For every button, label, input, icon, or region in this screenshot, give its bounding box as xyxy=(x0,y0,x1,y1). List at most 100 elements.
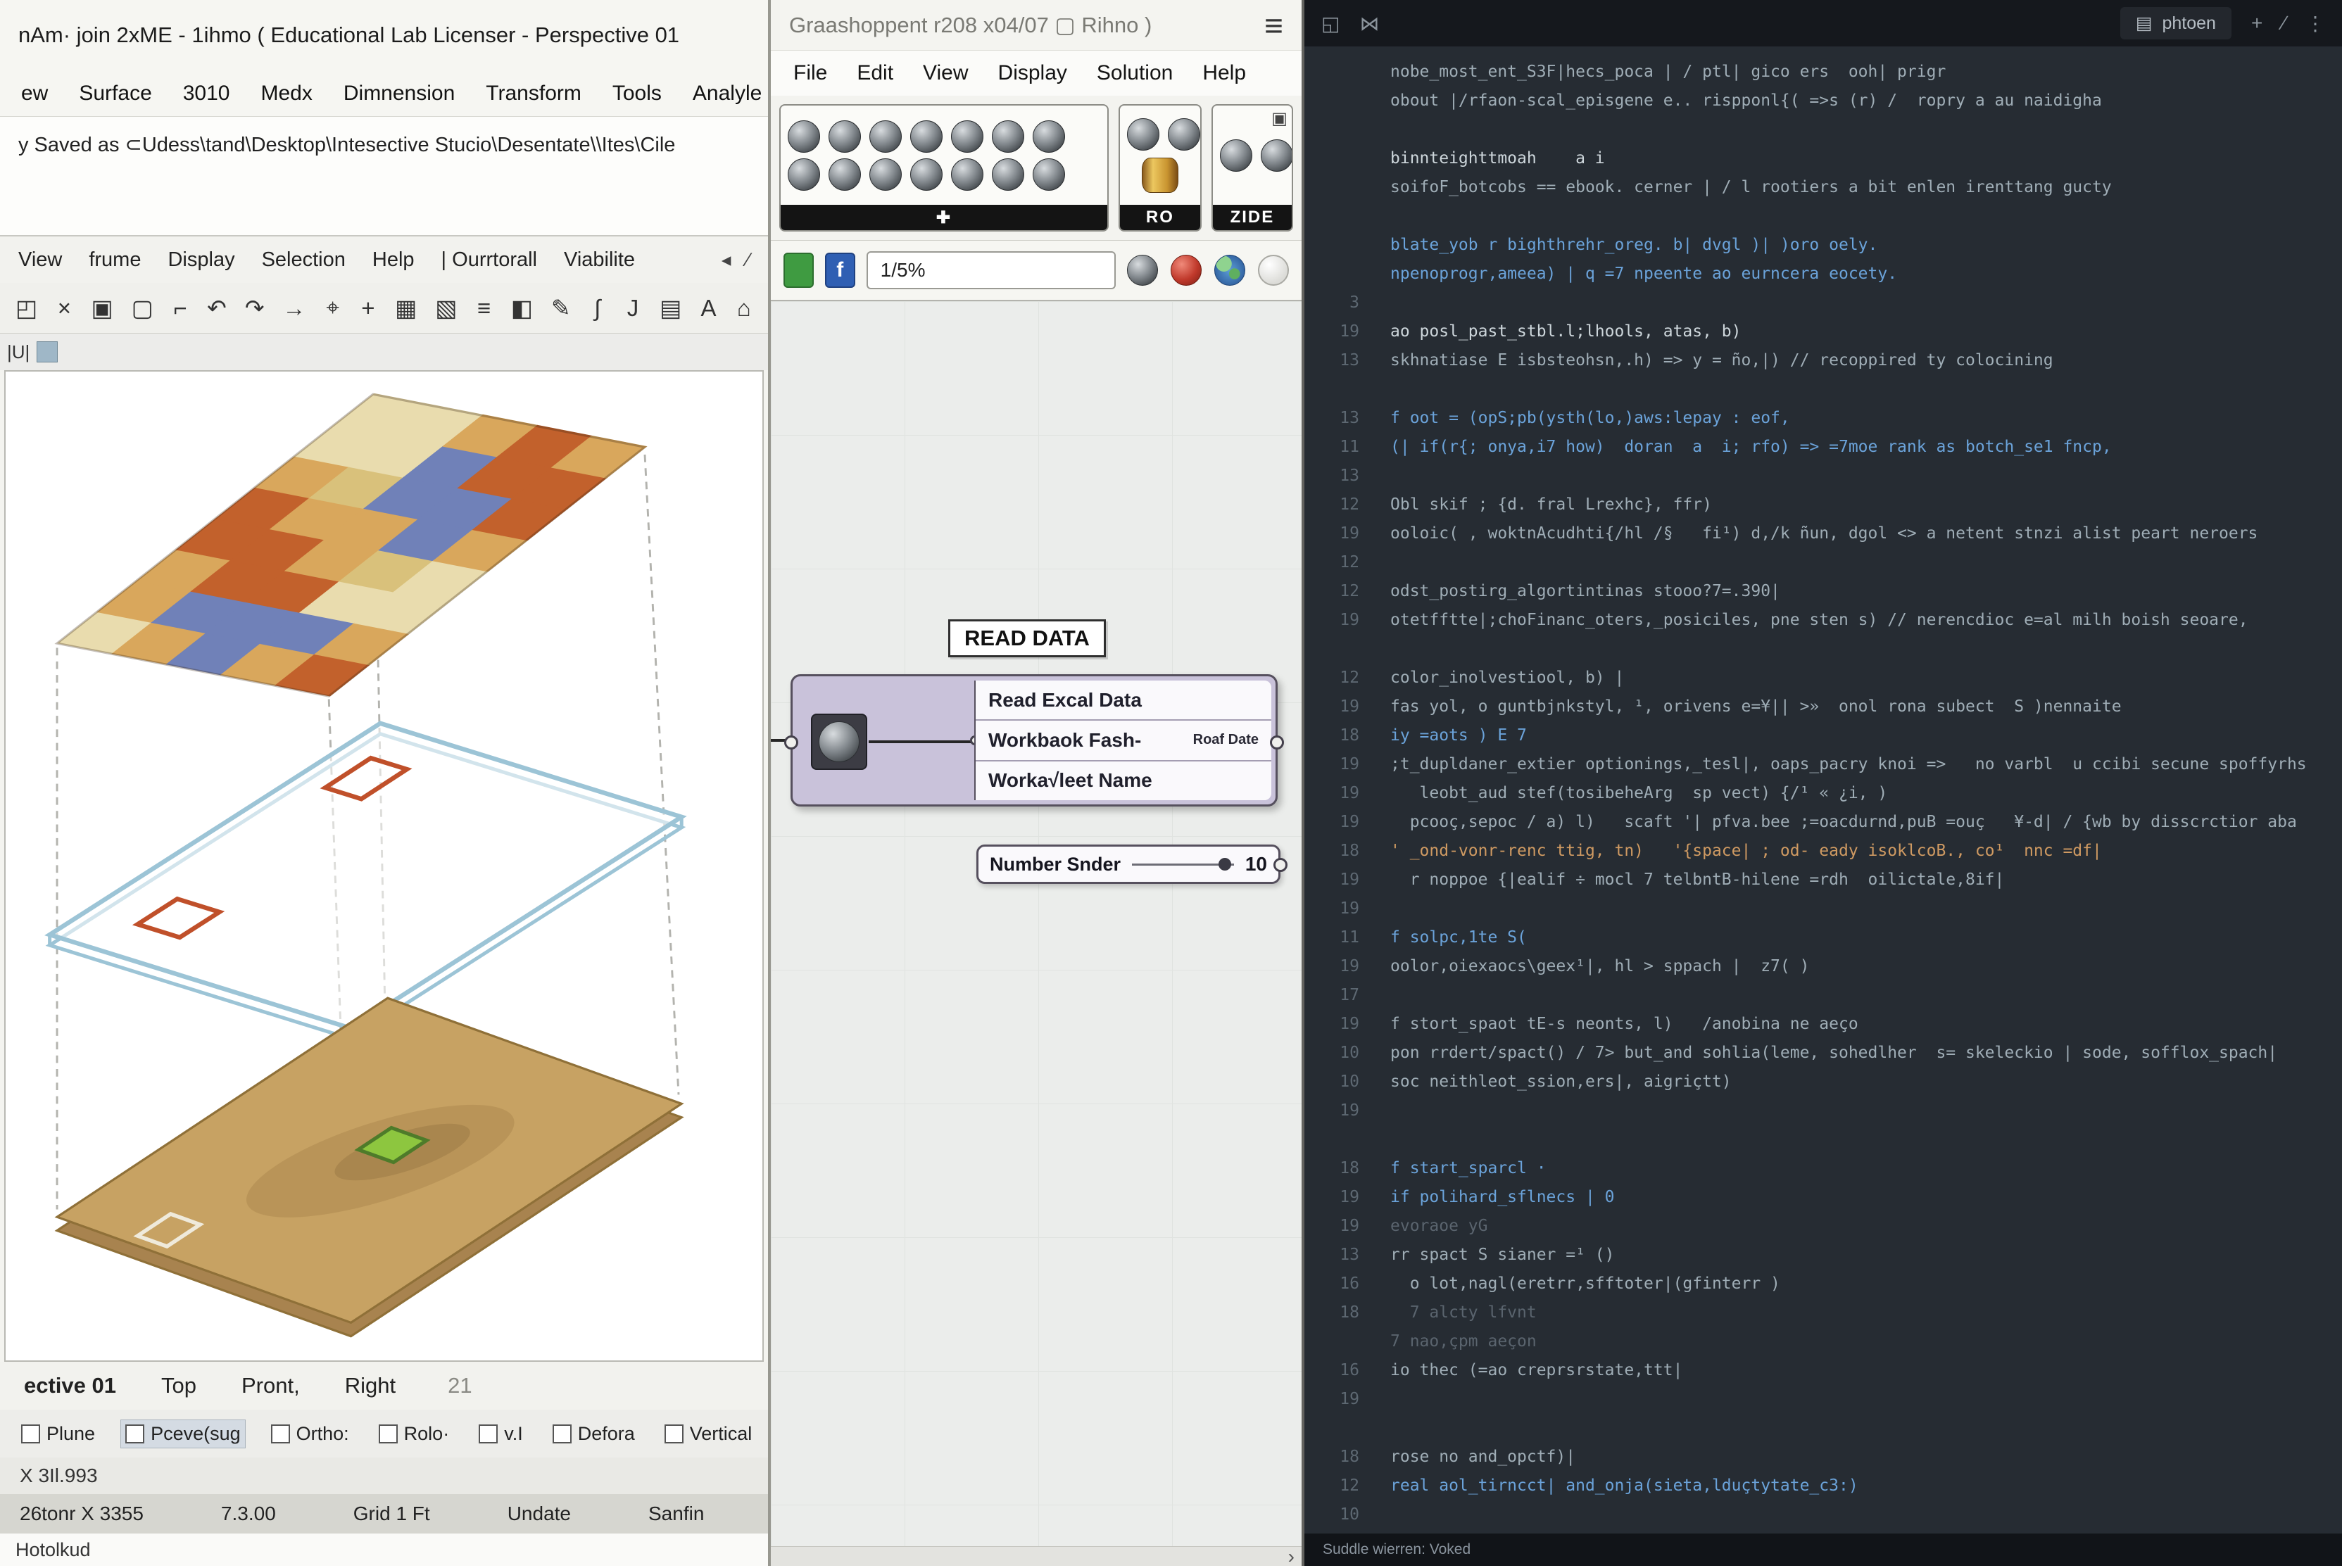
component-sphere-icon[interactable] xyxy=(910,120,943,153)
group-label[interactable]: READ DATA xyxy=(948,619,1106,657)
globe-icon[interactable] xyxy=(1214,255,1245,286)
scroll-right-icon[interactable]: › xyxy=(1288,1545,1295,1568)
component-sphere-icon[interactable] xyxy=(992,120,1024,153)
component-sphere-icon[interactable] xyxy=(869,158,902,191)
split-editor-icon[interactable]: ∕ xyxy=(2282,12,2286,34)
hamburger-menu-icon[interactable]: ≡ xyxy=(1264,9,1283,42)
rhino-menu-item[interactable]: Transform xyxy=(486,82,581,106)
toolbar-icon[interactable]: ↶ xyxy=(207,294,227,322)
component-sphere-icon[interactable] xyxy=(829,120,861,153)
rhino-menu-item[interactable]: Surface xyxy=(79,82,151,106)
open-file-icon[interactable] xyxy=(783,253,814,288)
osnap-toggle[interactable]: Ortho: xyxy=(267,1420,353,1448)
palette-tab-label[interactable]: ZIDE xyxy=(1213,205,1292,230)
component-sphere-icon[interactable] xyxy=(1220,139,1252,172)
component-sphere-icon[interactable] xyxy=(1168,118,1200,151)
rhino-menu2-item[interactable]: View xyxy=(18,248,62,272)
output-port[interactable] xyxy=(1270,735,1284,750)
chevron-icon[interactable]: ∕ xyxy=(746,249,750,271)
osnap-toggle[interactable]: Defora xyxy=(548,1420,639,1448)
sphere-preview-icon[interactable] xyxy=(1127,255,1158,286)
rhino-menu2-item[interactable]: Viabilite xyxy=(564,248,635,272)
rhino-menu2-item[interactable]: frume xyxy=(89,248,141,272)
checkbox-icon[interactable] xyxy=(125,1424,144,1443)
slider-knob[interactable] xyxy=(1219,858,1231,871)
grasshopper-menu-item[interactable]: Edit xyxy=(857,61,893,85)
toolbar-icon[interactable]: ≡ xyxy=(475,295,492,322)
slider-track[interactable] xyxy=(1132,864,1234,866)
toolbar-icon[interactable]: A xyxy=(700,295,717,322)
more-options-icon[interactable]: ⋮ xyxy=(2305,12,2325,35)
zoom-level-input[interactable]: 1/5% xyxy=(867,251,1116,289)
editor-tab[interactable]: ▤ phtoen xyxy=(2120,7,2231,39)
status-cell[interactable]: Grid 1 Ft xyxy=(353,1503,430,1525)
toolbar-icon[interactable]: ▦ xyxy=(395,294,417,322)
component-sphere-icon[interactable] xyxy=(1127,118,1159,151)
toolbar-icon[interactable]: ∫ xyxy=(589,295,606,322)
chevron-icon[interactable]: ◂ xyxy=(722,249,731,271)
toolbar-icon[interactable]: ▧ xyxy=(435,294,457,322)
number-slider[interactable]: Number Snder 10 xyxy=(976,845,1280,884)
component-sphere-icon[interactable] xyxy=(788,158,820,191)
read-excel-component[interactable]: Read Excal Data Workbaok Fash- Roaf Date… xyxy=(791,674,1278,807)
slider-output-port[interactable] xyxy=(1273,858,1288,872)
rhino-menu-item[interactable]: Tools xyxy=(612,82,662,106)
viewport-tab[interactable]: Pront, xyxy=(241,1373,300,1398)
component-icon-box[interactable] xyxy=(811,714,867,770)
horizontal-scrollbar[interactable]: › xyxy=(771,1546,1302,1566)
toolbar-icon[interactable]: ◰ xyxy=(15,294,37,322)
code-area[interactable]: nobe_most_ent_S3F|hecs_poca | / ptl| gic… xyxy=(1304,46,2342,1534)
grasshopper-canvas[interactable]: READ DATA Read Excal Data xyxy=(771,301,1302,1546)
osnap-toggle[interactable]: Vertical xyxy=(660,1420,757,1448)
input-port[interactable] xyxy=(784,735,798,750)
toolbar-icon[interactable]: ▤ xyxy=(660,294,681,322)
toolbar-icon[interactable]: ↷ xyxy=(245,294,265,322)
rhino-menu-item[interactable]: Medx xyxy=(261,82,313,106)
record-icon[interactable] xyxy=(1171,255,1202,286)
toolbar-icon[interactable]: ▢ xyxy=(132,294,153,322)
grasshopper-menu-item[interactable]: Solution xyxy=(1097,61,1173,85)
grid-icon[interactable]: ▣ xyxy=(1271,108,1288,129)
rhino-menu-item[interactable]: 3010 xyxy=(183,82,230,106)
rhino-command-area[interactable]: y Saved as ⊂Udess\tand\Desktop\Intesecti… xyxy=(0,117,768,236)
palette-tab-label[interactable]: RO xyxy=(1120,205,1200,230)
grasshopper-menu-item[interactable]: Help xyxy=(1202,61,1246,85)
component-sphere-icon[interactable] xyxy=(1033,158,1065,191)
barrel-component-icon[interactable] xyxy=(1142,158,1178,193)
palette-band[interactable]: ✚ xyxy=(781,205,1107,230)
component-sphere-icon[interactable] xyxy=(951,120,983,153)
component-sphere-icon[interactable] xyxy=(1261,139,1293,172)
toolbar-icon[interactable]: ⌐ xyxy=(172,295,189,322)
rhino-menu-item[interactable]: Analyle xyxy=(693,82,762,106)
layer-tab-label[interactable]: |U| xyxy=(7,341,30,363)
layer-color-swatch[interactable] xyxy=(37,341,58,362)
toolbar-icon[interactable]: ✎ xyxy=(551,294,571,322)
component-row[interactable]: Read Excal Data xyxy=(976,681,1271,721)
grasshopper-menu-item[interactable]: Display xyxy=(998,61,1067,85)
rhino-menu2-item[interactable]: Selection xyxy=(262,248,346,272)
viewport-tab[interactable]: Right xyxy=(345,1373,396,1398)
plus-icon[interactable]: ✚ xyxy=(936,208,952,228)
component-sphere-icon[interactable] xyxy=(829,158,861,191)
checkbox-icon[interactable] xyxy=(21,1424,40,1443)
checkbox-icon[interactable] xyxy=(379,1424,398,1443)
osnap-toggle[interactable]: v.I xyxy=(474,1420,527,1448)
checkbox-icon[interactable] xyxy=(665,1424,684,1443)
checkbox-icon[interactable] xyxy=(479,1424,498,1443)
component-sphere-icon[interactable] xyxy=(992,158,1024,191)
rhino-menu-item[interactable]: Dimnension xyxy=(344,82,455,106)
save-file-icon[interactable]: f xyxy=(825,253,855,288)
panel-layout-icon[interactable]: ◱ xyxy=(1321,12,1340,35)
component-sphere-icon[interactable] xyxy=(788,120,820,153)
viewport-tab[interactable]: ective 01 xyxy=(24,1373,116,1398)
status-cell[interactable]: Sanfin xyxy=(648,1503,704,1525)
rhino-menu2-item[interactable]: | Ourrtorall xyxy=(441,248,537,272)
grasshopper-menu-item[interactable]: View xyxy=(923,61,968,85)
component-sphere-icon[interactable] xyxy=(869,120,902,153)
toolbar-icon[interactable]: × xyxy=(56,295,73,322)
component-sphere-icon[interactable] xyxy=(1033,120,1065,153)
toolbar-icon[interactable]: ⌖ xyxy=(324,294,341,322)
rhino-menu-item[interactable]: ew xyxy=(21,82,48,106)
checkbox-icon[interactable] xyxy=(271,1424,290,1443)
osnap-toggle[interactable]: Plune xyxy=(17,1420,99,1448)
